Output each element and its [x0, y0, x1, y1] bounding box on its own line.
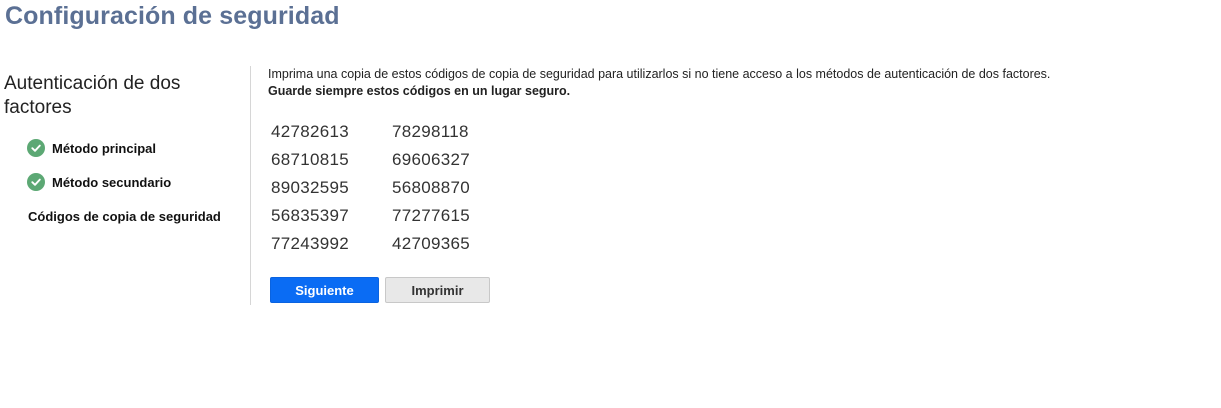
step-primary-method: Método principal — [4, 131, 239, 165]
next-button[interactable]: Siguiente — [270, 277, 379, 303]
security-warning: Guarde siempre estos códigos en un lugar… — [268, 84, 571, 98]
sidebar-heading: Autenticación de dos factores — [4, 73, 181, 118]
backup-code: 78298118 — [392, 122, 469, 141]
page-title: Configuración de seguridad — [5, 2, 340, 30]
backup-code: 42782613 — [271, 122, 350, 141]
step-secondary-method: Método secundario — [4, 165, 239, 199]
check-circle-icon — [27, 173, 45, 191]
vertical-divider — [250, 66, 251, 305]
step-backup-codes: Códigos de copia de seguridad — [4, 199, 239, 233]
print-button[interactable]: Imprimir — [385, 277, 490, 303]
backup-code: 42709365 — [392, 234, 471, 253]
step-label: Códigos de copia de seguridad — [28, 208, 221, 224]
backup-codes-list: 42782613 78298118 68710815 69606327 8903… — [271, 118, 1208, 258]
backup-code: 69606327 — [392, 150, 471, 169]
steps-sidebar: Autenticación de dos factores Método pri… — [4, 72, 239, 233]
backup-code: 89032595 — [271, 178, 350, 197]
backup-code: 68710815 — [271, 150, 350, 169]
step-label: Método principal — [52, 140, 156, 156]
backup-code: 56835397 — [271, 206, 350, 225]
action-buttons: Siguiente Imprimir — [270, 277, 1208, 303]
backup-code: 77277615 — [392, 206, 471, 225]
step-label: Método secundario — [52, 174, 172, 190]
check-circle-icon — [27, 139, 45, 157]
backup-codes-panel: Imprima una copia de estos códigos de co… — [268, 66, 1208, 303]
instructions-text: Imprima una copia de estos códigos de co… — [268, 67, 1051, 81]
backup-code: 56808870 — [392, 178, 471, 197]
backup-code: 77243992 — [271, 234, 350, 253]
